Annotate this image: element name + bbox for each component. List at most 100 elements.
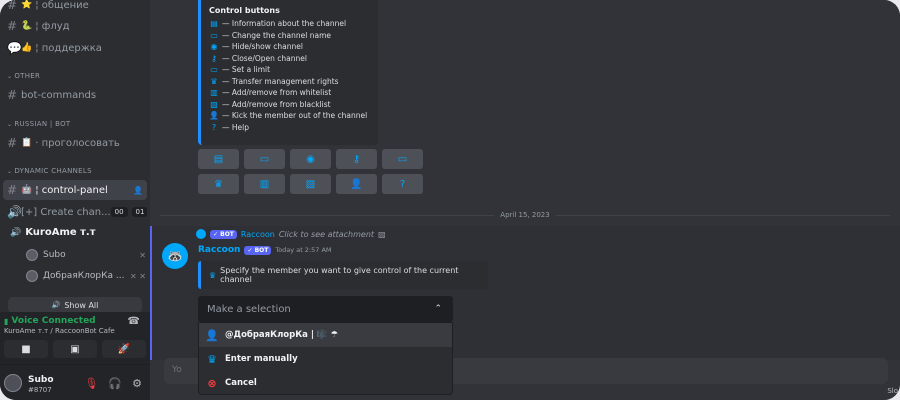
limit-icon: ▭ bbox=[210, 65, 218, 75]
kick-button[interactable]: 👤 bbox=[336, 174, 377, 194]
whitelist-icon: ▥ bbox=[259, 178, 270, 190]
crown-icon: ♛ bbox=[207, 352, 217, 366]
speaker-icon: 🔊 bbox=[51, 301, 61, 309]
channel-label: ¦ флуд bbox=[35, 20, 70, 32]
bot-badge: ✓ BOT bbox=[210, 229, 237, 239]
info-button[interactable]: ▤ bbox=[198, 149, 239, 169]
option-cancel[interactable]: ⊗ Cancel bbox=[199, 371, 452, 395]
user-tag: #8707 bbox=[28, 386, 52, 394]
select-dropdown: 👤 @ДобраяКлорКа | 🎼 ☂ ♛ Enter manually ⊗… bbox=[198, 322, 453, 395]
channel-support[interactable]: 💬 👍 ¦ поддержка bbox=[3, 38, 147, 58]
add-member-icon[interactable]: 👤 bbox=[133, 186, 143, 195]
channel-control-panel[interactable]: # 🤖 ¦ control-panel 👤 bbox=[3, 180, 147, 200]
robot-icon: 🤖 bbox=[21, 185, 33, 195]
show-all-button[interactable]: 🔊 Show All bbox=[8, 297, 142, 313]
signal-icon: ▮ bbox=[4, 316, 9, 326]
chevron-down-icon: ⌄ bbox=[7, 168, 13, 175]
channel-emoji: 👍 bbox=[21, 43, 33, 53]
whitelist-icon: ▥ bbox=[210, 88, 218, 98]
voice-member[interactable]: ДобраяКлорКа ... ✕ ✕ bbox=[26, 267, 146, 285]
message-embed: ♛ Specify the member you want to give co… bbox=[198, 261, 488, 289]
avatar[interactable] bbox=[4, 374, 22, 392]
headphones-icon[interactable]: 🎧 bbox=[108, 377, 122, 390]
embed-row: — Help bbox=[222, 122, 249, 132]
gear-icon[interactable]: ⚙ bbox=[132, 377, 142, 390]
user-panel: Subo #8707 🎙 🎧 ⚙ bbox=[0, 364, 150, 400]
option-member[interactable]: 👤 @ДобраяКлорКа | 🎼 ☂ bbox=[199, 323, 452, 347]
embed-row: — Hide/show channel bbox=[222, 42, 303, 52]
help-button[interactable]: ? bbox=[382, 174, 423, 194]
disconnect-icon[interactable]: ☎ bbox=[128, 316, 140, 327]
avatar bbox=[196, 229, 206, 239]
channel-bot-commands[interactable]: # bot-commands bbox=[3, 85, 147, 105]
message-header: Raccoon ✓ BOT Today at 2:57 AM bbox=[198, 245, 332, 255]
voice-member[interactable]: Subo ✕ bbox=[26, 246, 146, 264]
date-label: April 15, 2023 bbox=[494, 211, 556, 219]
embed-row: — Set a limit bbox=[222, 65, 271, 75]
reply-reference[interactable]: ✓ BOT Raccoon Click to see attachment ▨ bbox=[196, 229, 386, 239]
embed-text: Specify the member you want to give cont… bbox=[220, 266, 459, 284]
camera-icon: ■ bbox=[21, 343, 31, 355]
member-name: Subo bbox=[43, 250, 66, 260]
limit-icon: ▭ bbox=[397, 153, 408, 165]
voice-channel-kuroame[interactable]: 🔊 KuroAme т.т bbox=[10, 227, 96, 238]
channel-label: ¦ control-panel bbox=[35, 184, 108, 196]
info-icon: ▤ bbox=[213, 153, 224, 165]
rename-icon: ▭ bbox=[259, 153, 270, 165]
channel-label: · проголосовать bbox=[35, 137, 120, 149]
category-dynamic[interactable]: ⌄ DYNAMIC CHANNELS bbox=[7, 167, 92, 175]
category-russian[interactable]: ⌄ RUSSIAN | BOT bbox=[7, 120, 70, 128]
blacklist-icon: ▧ bbox=[305, 178, 316, 190]
lock-button[interactable]: ⚷ bbox=[336, 149, 377, 169]
crown-icon: ♛ bbox=[209, 270, 217, 280]
rename-button[interactable]: ▭ bbox=[244, 149, 285, 169]
embed-row: — Change the channel name bbox=[222, 30, 332, 40]
whitelist-button[interactable]: ▥ bbox=[244, 174, 285, 194]
speaker-icon: 🔊 bbox=[7, 205, 22, 219]
voice-location[interactable]: KuroAme т.т / RaccoonBot Cafe bbox=[4, 327, 115, 335]
show-all-label: Show All bbox=[64, 300, 99, 310]
screen-share-icon: ▣ bbox=[70, 343, 80, 355]
channel-flood[interactable]: # 🐍 ¦ флуд bbox=[3, 16, 147, 36]
embed-row: — Information about the channel bbox=[222, 19, 347, 29]
cancel-icon: ⊗ bbox=[207, 376, 217, 390]
channel-create[interactable]: 🔊 [+] Create chan... 00 01 bbox=[3, 202, 147, 222]
kick-icon: 👤 bbox=[209, 111, 219, 121]
help-icon: ? bbox=[399, 178, 406, 190]
chevron-down-icon: ⌄ bbox=[7, 121, 13, 128]
rocket-icon: 🚀 bbox=[117, 343, 131, 355]
kick-icon: 👤 bbox=[350, 178, 363, 190]
blacklist-button[interactable]: ▧ bbox=[290, 174, 331, 194]
activity-button[interactable]: 🚀 bbox=[102, 340, 146, 358]
embed-row: — Add/remove from whitelist bbox=[222, 88, 332, 98]
avatar bbox=[26, 249, 38, 261]
embed-title: Control buttons bbox=[209, 6, 280, 15]
info-icon: ▤ bbox=[210, 19, 218, 29]
hide-show-button[interactable]: ◉ bbox=[290, 149, 331, 169]
channel-obshchenie[interactable]: # ⭐ ¦ общение bbox=[3, 0, 147, 15]
forum-icon: 💬 bbox=[7, 41, 22, 55]
eye-icon: ◉ bbox=[306, 153, 315, 165]
limit-button[interactable]: ▭ bbox=[382, 149, 423, 169]
channel-emoji: 🐍 bbox=[21, 21, 33, 31]
embed-row: — Transfer management rights bbox=[222, 76, 339, 86]
option-label: Enter manually bbox=[225, 354, 298, 364]
select-menu[interactable]: Make a selection ⌃ bbox=[198, 296, 453, 322]
embed-row: — Kick the member out of the channel bbox=[222, 111, 368, 121]
channel-emoji: ⭐ bbox=[21, 0, 33, 10]
transfer-button[interactable]: ♛ bbox=[198, 174, 239, 194]
option-enter-manually[interactable]: ♛ Enter manually bbox=[199, 347, 452, 371]
avatar bbox=[26, 270, 38, 282]
channel-label: ¦ поддержка bbox=[35, 42, 102, 54]
speaker-icon: 🔊 bbox=[10, 227, 22, 238]
screen-share-button[interactable]: ▣ bbox=[53, 340, 97, 358]
raccoon-avatar[interactable]: 🦝 bbox=[162, 243, 188, 269]
camera-button[interactable]: ■ bbox=[4, 340, 48, 358]
message-author[interactable]: Raccoon bbox=[198, 245, 240, 255]
channel-label: ¦ общение bbox=[35, 0, 89, 11]
user-count-badge: 00 bbox=[110, 207, 128, 217]
channel-vote[interactable]: # 📋 · проголосовать bbox=[3, 133, 147, 153]
chevron-up-icon: ⌃ bbox=[434, 304, 442, 314]
category-other[interactable]: ⌄ OTHER bbox=[7, 72, 40, 80]
mic-muted-icon[interactable]: 🎙 bbox=[84, 377, 98, 390]
